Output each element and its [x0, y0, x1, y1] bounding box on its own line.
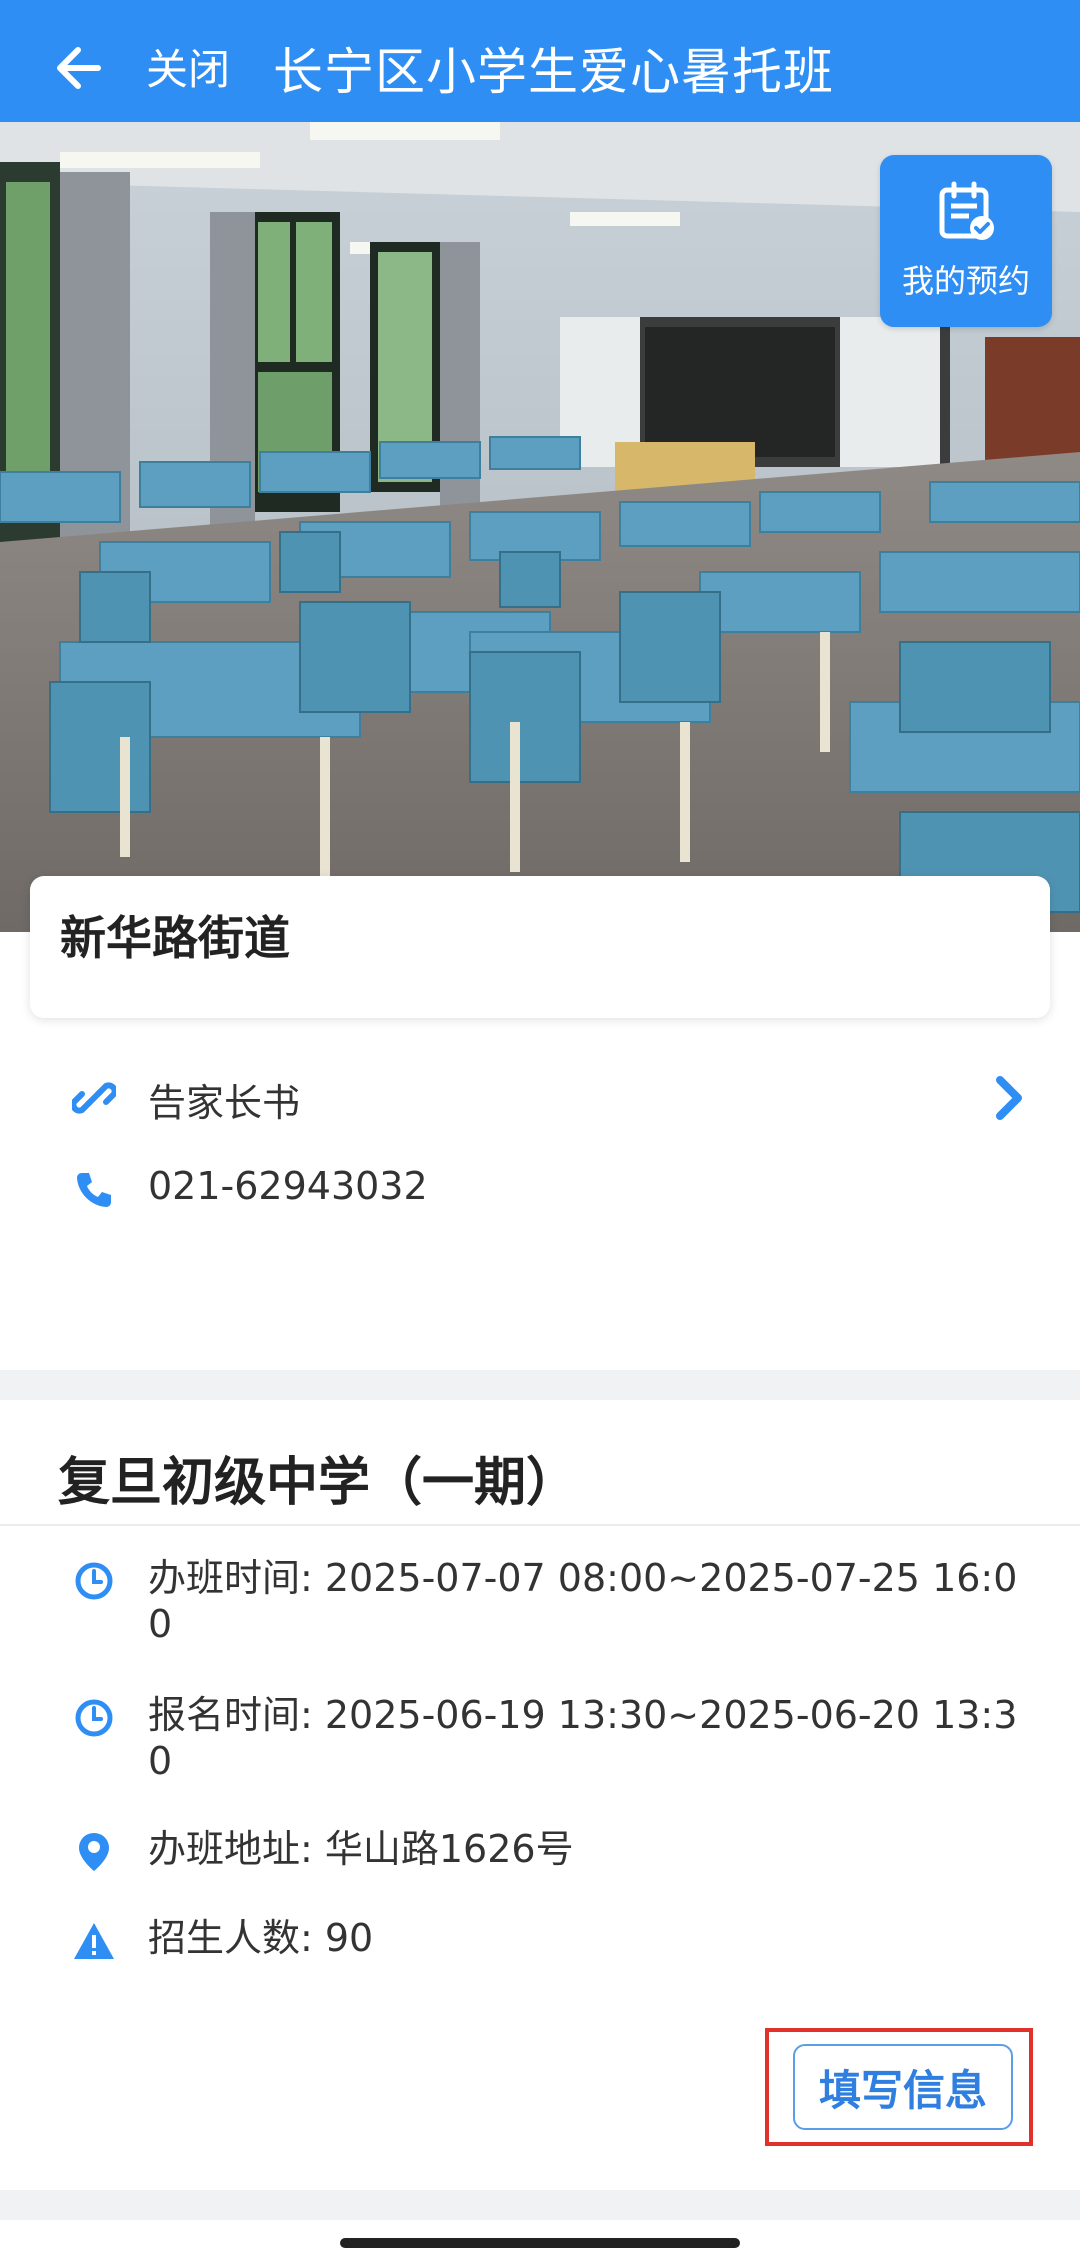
section-divider: [0, 1370, 1080, 1400]
back-arrow-icon[interactable]: [50, 40, 106, 96]
parent-letter-label: 告家长书: [148, 1081, 301, 1125]
signup-time-text: 报名时间: 2025-06-19 13:30~2025-06-20 13:30: [148, 1693, 1018, 1783]
chevron-right-icon: [990, 1074, 1030, 1122]
class-time-text: 办班时间: 2025-07-07 08:00~2025-07-25 16:00: [148, 1556, 1018, 1646]
street-name: 新华路街道: [60, 911, 290, 965]
section-divider-bottom: [0, 2190, 1080, 2220]
phone-row[interactable]: 021-62943032: [0, 1150, 1080, 1230]
enrollment-text: 招生人数: 90: [148, 1916, 374, 1960]
link-icon: [72, 1076, 116, 1120]
street-card: 新华路街道: [30, 876, 1050, 1018]
warning-icon: [72, 1919, 116, 1963]
phone-number: 021-62943032: [148, 1164, 428, 1208]
location-pin-icon: [72, 1830, 116, 1874]
clock-icon: [72, 1696, 116, 1740]
parent-letter-link[interactable]: 告家长书: [0, 1058, 1080, 1138]
school-title: 复旦初级中学（一期）: [58, 1453, 579, 1513]
page-title: 长宁区小学生爱心暑托班: [273, 43, 834, 101]
fill-info-button[interactable]: 填写信息: [793, 2044, 1013, 2130]
my-booking-button[interactable]: 我的预约: [880, 155, 1052, 327]
my-booking-label: 我的预约: [901, 262, 1030, 300]
divider: [0, 1524, 1080, 1526]
clock-icon: [72, 1559, 116, 1603]
top-app-bar: 关闭 长宁区小学生爱心暑托班: [0, 0, 1080, 122]
address-text: 办班地址: 华山路1626号: [148, 1827, 574, 1871]
phone-icon: [72, 1168, 116, 1212]
calendar-check-icon: [934, 180, 998, 248]
home-indicator[interactable]: [340, 2238, 740, 2248]
close-button[interactable]: 关闭: [146, 36, 230, 97]
